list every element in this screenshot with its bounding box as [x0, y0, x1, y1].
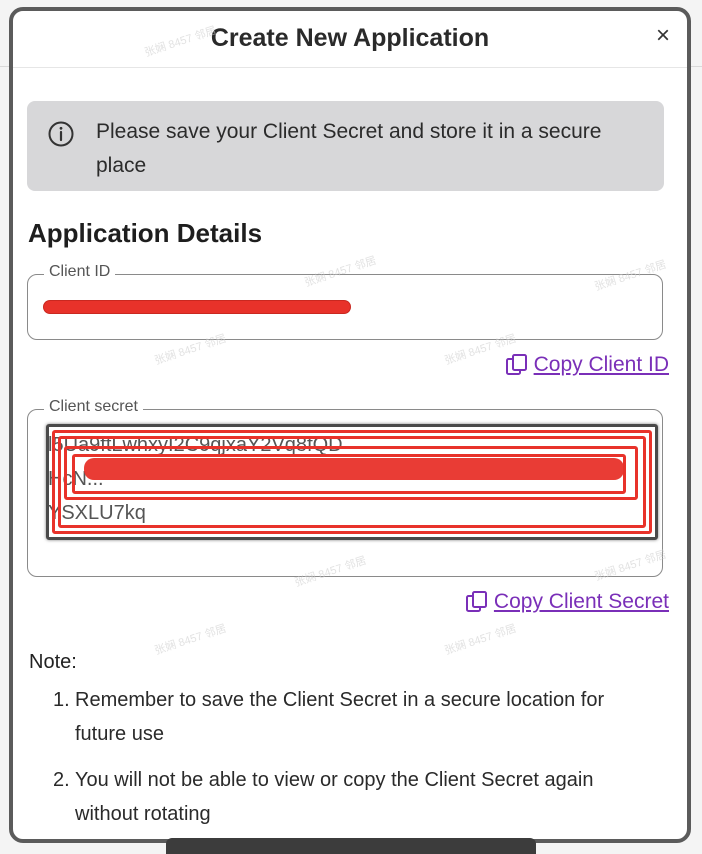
redaction-mark	[84, 458, 624, 480]
section-heading: Application Details	[28, 218, 263, 248]
note-item: 1. Remember to save the Client Secret in…	[53, 683, 653, 751]
note-title: Note:	[29, 651, 77, 673]
copy-client-secret-label[interactable]: Copy Client Secret	[494, 590, 669, 614]
alert-message: Please save your Client Secret and store…	[96, 120, 602, 177]
note-item: 2. You will not be able to view or copy …	[53, 763, 653, 831]
note-text: Remember to save the Client Secret in a …	[75, 689, 605, 745]
bottom-scroll-bar	[166, 838, 536, 854]
note-number: 2.	[53, 769, 70, 791]
client-secret-field[interactable]: Client secret l5Ua9ftLwhxyI2C9qjxaY2Vq8f…	[27, 398, 663, 577]
close-button[interactable]: ×	[649, 23, 677, 51]
save-secret-alert: Please save your Client Secret and store…	[27, 101, 664, 191]
client-secret-label: Client secret	[44, 398, 143, 416]
create-application-modal: Create New Application × Please save you…	[9, 7, 691, 843]
copy-icon	[505, 354, 527, 375]
watermark: 张娴 8457 邻居	[153, 622, 228, 658]
copy-client-id-label[interactable]: Copy Client ID	[534, 353, 669, 377]
modal-header: Create New Application ×	[13, 11, 687, 68]
copy-client-secret-link[interactable]: Copy Client Secret	[465, 590, 669, 614]
client-id-field[interactable]: Client ID	[27, 263, 663, 340]
note-list: 1. Remember to save the Client Secret in…	[53, 683, 653, 839]
client-id-label: Client ID	[44, 263, 116, 281]
info-icon	[48, 121, 74, 147]
redaction-mark	[44, 301, 350, 313]
modal-title: Create New Application	[210, 24, 490, 52]
copy-client-id-link[interactable]: Copy Client ID	[505, 353, 669, 377]
watermark: 张娴 8457 邻居	[443, 622, 518, 658]
note-number: 1.	[53, 689, 70, 711]
copy-icon	[465, 591, 487, 612]
note-text: You will not be able to view or copy the…	[75, 769, 594, 825]
